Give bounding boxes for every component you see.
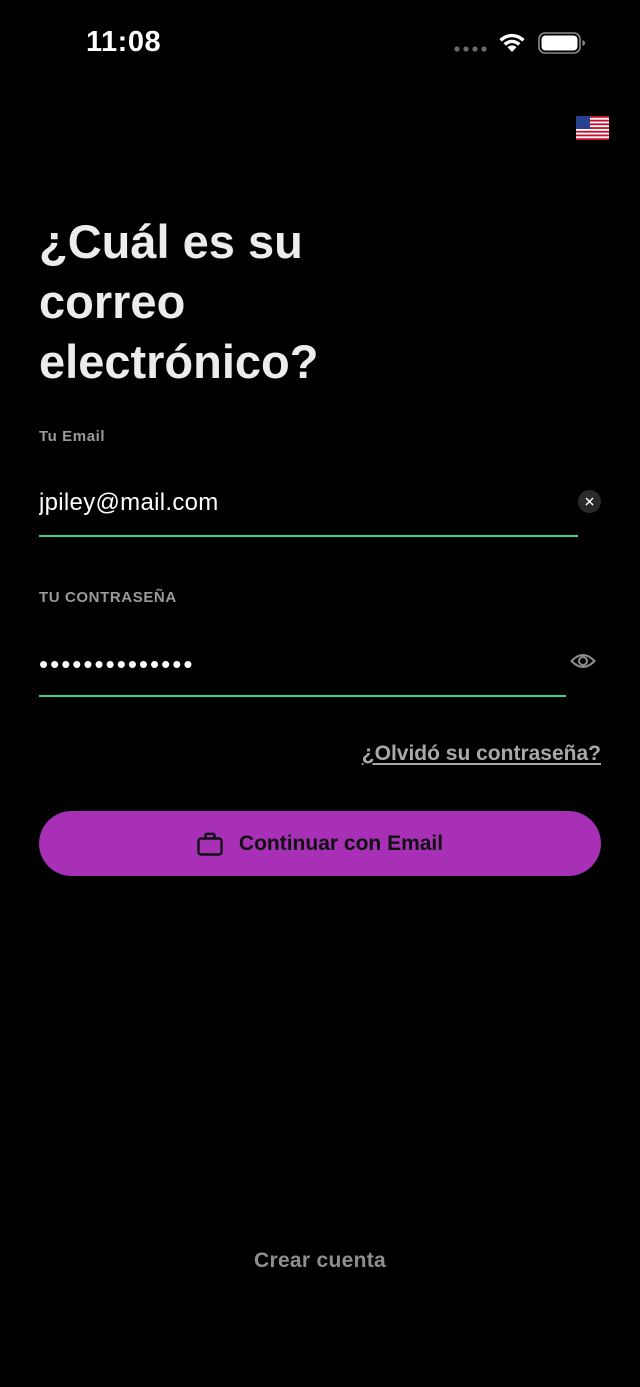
continue-button-label: Continuar con Email (238, 831, 444, 855)
status-time: 11:08 (86, 26, 162, 58)
continue-with-email-button[interactable]: Continuar con Email (39, 811, 601, 876)
email-field[interactable] (39, 484, 559, 522)
battery-icon (538, 32, 585, 54)
forgot-password-link[interactable]: ¿Olvidó su contraseña? (362, 742, 601, 766)
cellular-signal-icon (454, 46, 487, 52)
wifi-icon (499, 33, 525, 52)
close-icon (585, 497, 594, 506)
toggle-password-visibility-button[interactable] (570, 650, 596, 672)
briefcase-icon (197, 832, 223, 856)
password-field[interactable] (39, 645, 539, 683)
page-title: ¿Cuál es su correo electrónico? (39, 215, 319, 388)
password-underline (39, 695, 566, 697)
us-flag-icon (576, 116, 609, 140)
email-label: Tu Email (39, 428, 106, 445)
status-bar: 11:08 (0, 0, 640, 86)
language-selector[interactable] (576, 116, 609, 140)
create-account-link[interactable]: Crear cuenta (0, 1249, 640, 1273)
password-label: TU CONTRASEÑA (39, 589, 177, 606)
clear-email-button[interactable] (578, 490, 601, 513)
eye-icon (570, 654, 596, 668)
email-underline (39, 535, 578, 537)
